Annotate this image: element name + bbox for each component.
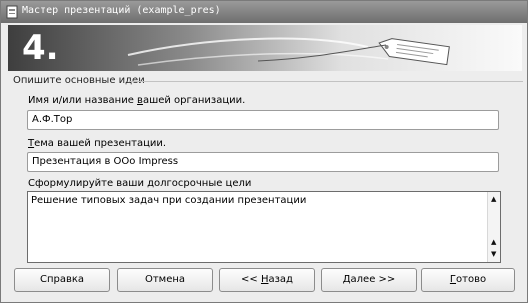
section-title: Опишите основные идеи [13,75,145,86]
presentation-wizard-icon [6,5,18,19]
topic-label-text: ема вашей презентации. [34,138,167,149]
luggage-tag-icon [127,37,450,66]
step-number: 4. [22,28,59,68]
goals-text: Решение типовых задач при создании презе… [31,195,307,206]
finish-button[interactable]: Готово [421,268,515,292]
org-name-label: Имя и/или название вашей организации. [28,95,245,106]
next-button[interactable]: Далее >> [321,268,417,292]
goals-field[interactable]: Решение типовых задач при создании презе… [27,191,501,263]
section-divider [129,81,523,82]
finish-button-text: отово [456,274,487,285]
back-button-text: азад [268,274,293,285]
topic-field[interactable]: Презентация в OOo Impress [27,152,499,172]
org-name-label-rest: ашей организации. [142,95,246,106]
topic-label: Тема вашей презентации. [28,138,166,149]
title-bar[interactable]: Мастер презентаций (example_pres) [1,1,527,23]
cancel-button[interactable]: Отмена [117,268,213,292]
next-button-text: алее >> [350,274,396,285]
goals-label: Сформулируйте ваши долгосрочные цели [28,178,252,189]
org-name-field[interactable]: А.Ф.Тор [27,110,499,130]
back-button-prefix: << [241,274,261,285]
next-button-mnemonic: Д [342,274,351,285]
wizard-dialog: Мастер презентаций (example_pres) 4. Опи… [0,0,528,303]
help-button[interactable]: Справка [14,268,110,292]
scroll-down-icon[interactable]: ▼ [491,250,496,258]
wizard-banner: 4. [8,25,522,71]
scroll-up-icon[interactable]: ▲ [491,195,496,203]
window-title: Мастер презентаций (example_pres) [22,5,221,16]
org-name-label-text: Имя и/или название [28,95,138,106]
back-button[interactable]: << Назад [219,268,315,292]
goals-scrollbar[interactable]: ▲ ▲ ▼ [487,192,500,262]
scroll-up-icon[interactable]: ▲ [491,238,496,246]
